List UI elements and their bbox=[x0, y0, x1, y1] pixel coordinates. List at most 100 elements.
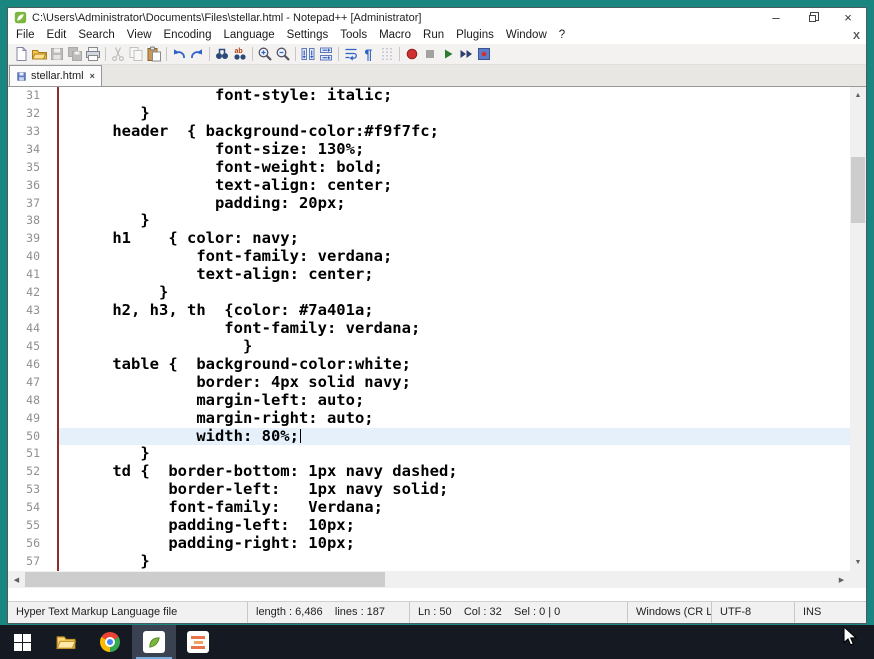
close-button[interactable]: × bbox=[830, 8, 866, 27]
menu-item-encoding[interactable]: Encoding bbox=[158, 27, 218, 44]
menu-item-edit[interactable]: Edit bbox=[41, 27, 73, 44]
replace-button[interactable]: ab bbox=[231, 45, 249, 63]
menu-item-language[interactable]: Language bbox=[217, 27, 280, 44]
paste-button[interactable] bbox=[145, 45, 163, 63]
line-number[interactable]: 57 bbox=[8, 553, 52, 571]
run-macro-multi-button[interactable] bbox=[457, 45, 475, 63]
code-line-54: font-family: Verdana; bbox=[59, 498, 850, 517]
status-eol-format[interactable]: Windows (CR LF) bbox=[628, 602, 712, 623]
code-text-area[interactable]: font-style: italic; } header { backgroun… bbox=[59, 87, 850, 571]
menu-item-tools[interactable]: Tools bbox=[334, 27, 373, 44]
menu-item-search[interactable]: Search bbox=[72, 27, 120, 44]
record-macro-button[interactable] bbox=[403, 45, 421, 63]
print-button[interactable] bbox=[84, 45, 102, 63]
show-all-chars-button[interactable]: ¶ bbox=[360, 45, 378, 63]
line-number[interactable]: 45 bbox=[8, 338, 52, 356]
sync-vertical-button[interactable] bbox=[299, 45, 317, 63]
status-encoding[interactable]: UTF-8 bbox=[712, 602, 795, 623]
line-number-gutter: 31 32 33 34 35 36 37 38 39 40 41 42 43 44 45 46 47 48 49 50… bbox=[8, 87, 52, 571]
taskbar-notepad-plus-plus-button[interactable] bbox=[132, 625, 176, 659]
line-number[interactable]: 55 bbox=[8, 517, 52, 535]
editor-area[interactable]: 31 32 33 34 35 36 37 38 39 40 41 42 43 44 45 46 47 48 49 50… bbox=[8, 87, 866, 571]
zoom-in-button[interactable] bbox=[256, 45, 274, 63]
line-number[interactable]: 46 bbox=[8, 356, 52, 374]
cut-button bbox=[109, 45, 127, 63]
stop-macro-icon bbox=[426, 50, 434, 58]
copy-button bbox=[127, 45, 145, 63]
undo-button[interactable] bbox=[170, 45, 188, 63]
line-number[interactable]: 41 bbox=[8, 266, 52, 284]
line-number[interactable]: 32 bbox=[8, 105, 52, 123]
line-number[interactable]: 40 bbox=[8, 248, 52, 266]
minimize-button[interactable]: – bbox=[758, 8, 794, 27]
horizontal-scrollbar[interactable]: ◀ ▶ bbox=[8, 571, 850, 588]
taskbar-orange-document-button[interactable] bbox=[176, 625, 220, 659]
line-number[interactable]: 48 bbox=[8, 392, 52, 410]
vertical-scroll-thumb[interactable] bbox=[851, 157, 865, 223]
line-number[interactable]: 36 bbox=[8, 177, 52, 195]
line-number[interactable]: 42 bbox=[8, 284, 52, 302]
sync-vertical-icon bbox=[301, 48, 315, 60]
code-line-text: font-style: italic; bbox=[75, 87, 393, 104]
status-doc-type: Hyper Text Markup Language file bbox=[8, 602, 248, 623]
code-line-55: padding-left: 10px; bbox=[59, 516, 850, 535]
code-line-40: font-family: verdana; bbox=[59, 247, 850, 266]
line-number[interactable]: 37 bbox=[8, 195, 52, 213]
code-line-text: font-family: verdana; bbox=[75, 318, 421, 337]
sync-horizontal-button[interactable] bbox=[317, 45, 335, 63]
zoom-out-button[interactable] bbox=[274, 45, 292, 63]
menu-item-view[interactable]: View bbox=[121, 27, 158, 44]
play-macro-button[interactable] bbox=[439, 45, 457, 63]
status-insert-mode[interactable]: INS bbox=[795, 602, 866, 623]
indent-guide-button[interactable] bbox=[378, 45, 396, 63]
line-number[interactable]: 34 bbox=[8, 141, 52, 159]
line-number[interactable]: 38 bbox=[8, 212, 52, 230]
line-number[interactable]: 31 bbox=[8, 87, 52, 105]
line-number[interactable]: 33 bbox=[8, 123, 52, 141]
word-wrap-button[interactable] bbox=[342, 45, 360, 63]
code-line-text: } bbox=[75, 444, 150, 463]
menu-item-settings[interactable]: Settings bbox=[281, 27, 335, 44]
scroll-down-arrow-icon[interactable]: ▼ bbox=[850, 554, 866, 571]
menu-item-run[interactable]: Run bbox=[417, 27, 450, 44]
line-number[interactable]: 54 bbox=[8, 499, 52, 517]
menu-item-file[interactable]: File bbox=[10, 27, 41, 44]
scroll-left-arrow-icon[interactable]: ◀ bbox=[8, 571, 25, 588]
line-number[interactable]: 39 bbox=[8, 230, 52, 248]
title-bar: C:\Users\Administrator\Documents\Files\s… bbox=[8, 8, 866, 27]
taskbar-chrome-button[interactable] bbox=[88, 625, 132, 659]
redo-button[interactable] bbox=[188, 45, 206, 63]
code-line-text: padding: 20px; bbox=[75, 193, 346, 212]
tab-stellar-html[interactable]: stellar.html × bbox=[9, 65, 102, 86]
menu-item-plugins[interactable]: Plugins bbox=[450, 27, 500, 44]
line-number[interactable]: 44 bbox=[8, 320, 52, 338]
line-number[interactable]: 35 bbox=[8, 159, 52, 177]
line-number[interactable]: 50 bbox=[8, 428, 52, 446]
notepadpp-window: C:\Users\Administrator\Documents\Files\s… bbox=[7, 7, 867, 624]
menu-item-macro[interactable]: Macro bbox=[373, 27, 417, 44]
line-number[interactable]: 47 bbox=[8, 374, 52, 392]
code-line-text: } bbox=[75, 551, 150, 570]
new-file-button[interactable] bbox=[12, 45, 30, 63]
save-macro-button[interactable] bbox=[475, 45, 493, 63]
menu-item-help[interactable]: ? bbox=[553, 27, 571, 44]
line-number[interactable]: 51 bbox=[8, 445, 52, 463]
scroll-right-arrow-icon[interactable]: ▶ bbox=[833, 571, 850, 588]
line-number[interactable]: 49 bbox=[8, 410, 52, 428]
menu-item-window[interactable]: Window bbox=[500, 27, 553, 44]
line-number[interactable]: 56 bbox=[8, 535, 52, 553]
code-line-36: text-align: center; bbox=[59, 176, 850, 195]
find-button[interactable] bbox=[213, 45, 231, 63]
line-number[interactable]: 53 bbox=[8, 481, 52, 499]
taskbar-file-explorer-button[interactable] bbox=[44, 625, 88, 659]
open-button[interactable] bbox=[30, 45, 48, 63]
taskbar-start-button[interactable] bbox=[0, 625, 44, 659]
tab-close-icon[interactable]: × bbox=[90, 71, 95, 81]
scroll-up-arrow-icon[interactable]: ▲ bbox=[850, 87, 866, 104]
line-number[interactable]: 43 bbox=[8, 302, 52, 320]
vertical-scrollbar[interactable]: ▲ ▼ bbox=[850, 87, 866, 571]
horizontal-scroll-thumb[interactable] bbox=[25, 572, 385, 587]
line-number[interactable]: 52 bbox=[8, 463, 52, 481]
restore-button[interactable] bbox=[794, 8, 830, 27]
menubar-close-doc-button[interactable]: X bbox=[853, 30, 860, 42]
